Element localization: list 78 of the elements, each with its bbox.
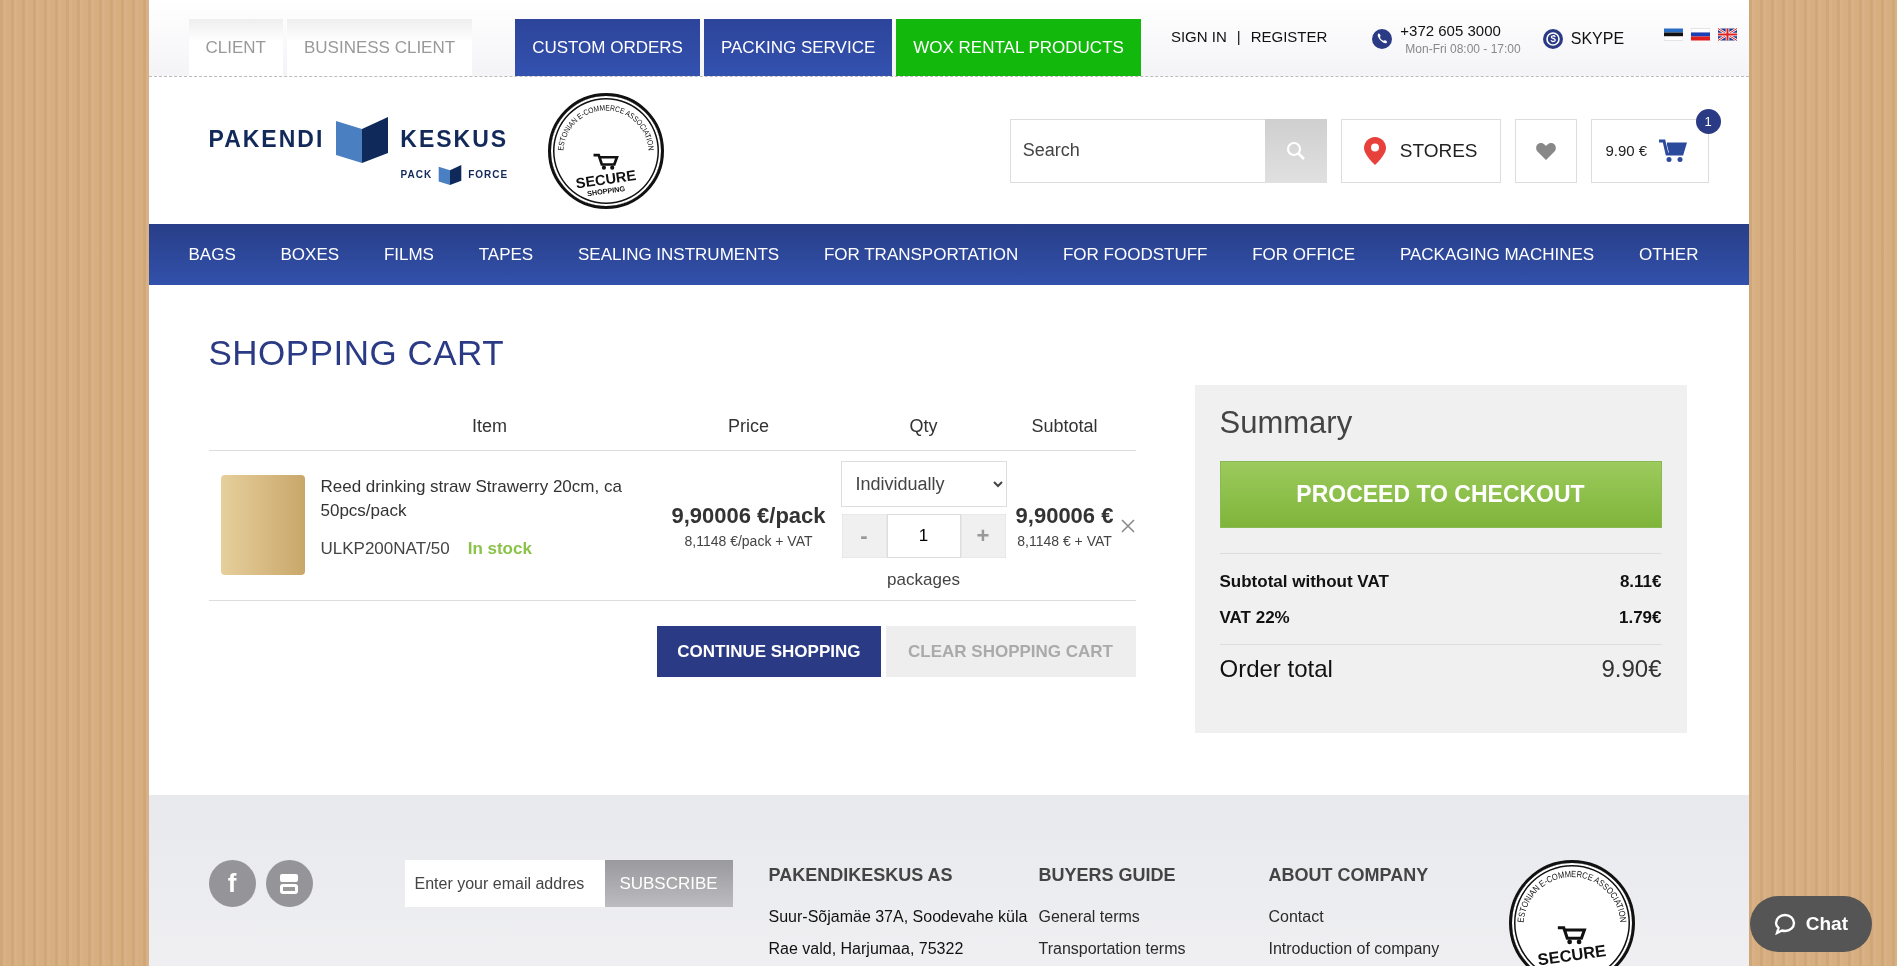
email-field[interactable]: Enter your email addres: [404, 860, 605, 907]
summary-label: VAT 22%: [1219, 608, 1290, 628]
top-tab[interactable]: PACKING SERVICE: [703, 19, 893, 76]
footer-link[interactable]: Transportation terms: [1038, 940, 1269, 958]
quantity-field[interactable]: 1: [886, 514, 961, 558]
page-title: SHOPPING CART: [208, 333, 506, 373]
column-header: Price: [727, 416, 770, 437]
chat-button[interactable]: Chat: [1749, 896, 1872, 952]
column-header: Item: [471, 416, 508, 437]
address-line: Rae vald, Harjumaa, 75322: [768, 940, 965, 958]
speech-bubble-icon: [1773, 913, 1796, 935]
search-field[interactable]: Search: [1009, 118, 1265, 183]
column-header: Subtotal: [1030, 416, 1099, 437]
separator: |: [1236, 28, 1241, 45]
skype-link[interactable]: SKYPE: [1570, 30, 1625, 48]
summary-label: Subtotal without VAT: [1219, 572, 1389, 592]
cart-count-badge: 1: [1695, 108, 1721, 134]
footer-link[interactable]: Introduction of company: [1268, 940, 1499, 958]
logo-text: KESKUS: [400, 126, 509, 153]
line-subtotal: 9,90006 €: [1015, 503, 1114, 529]
close-icon[interactable]: [1120, 519, 1135, 533]
line-subtotal-without-vat: 8,1148 € + VAT: [1017, 533, 1112, 549]
address-line: Suur-Sõjamäe 37A, Soodevahe küla: [768, 908, 1029, 926]
nav-item[interactable]: BOXES: [280, 244, 340, 265]
cart-icon: [593, 153, 619, 170]
phone-icon: [1372, 29, 1393, 49]
nav-item[interactable]: SEALING INSTRUMENTS: [577, 244, 780, 265]
footer-heading: ABOUT COMPANY: [1268, 865, 1430, 886]
opening-hours: Mon-Fri 08:00 - 17:00: [1405, 42, 1521, 56]
stores-button[interactable]: STORES: [1340, 118, 1501, 183]
summary-title: Summary: [1219, 405, 1354, 441]
cube-logo-icon: [438, 164, 463, 185]
phone-number[interactable]: +372 605 3000: [1400, 22, 1521, 39]
cart-icon: [1557, 926, 1587, 945]
quantity-unit: packages: [887, 570, 960, 590]
product-sku: ULKP200NAT/50: [320, 539, 450, 559]
logo-text: PAKENDI: [208, 126, 325, 153]
nav-item[interactable]: BAGS: [188, 244, 236, 265]
footer-heading: PAKENDIKESKUS AS: [768, 865, 954, 886]
order-total-label: Order total: [1219, 655, 1333, 683]
unit-select[interactable]: Individually: [840, 461, 1007, 507]
skype-icon: [1542, 29, 1563, 49]
summary-value: 8.11€: [1619, 572, 1662, 592]
uk-flag-icon[interactable]: [1718, 28, 1738, 41]
nav-item[interactable]: FOR OFFICE: [1252, 244, 1356, 265]
russian-flag-icon[interactable]: [1691, 28, 1711, 41]
heart-icon: [1535, 141, 1556, 160]
cube-logo-icon: [336, 116, 389, 163]
order-total-value: 9.90€: [1601, 655, 1662, 683]
logo-subtext: FORCE: [468, 169, 509, 180]
map-pin-icon: [1363, 136, 1386, 165]
wishlist-button[interactable]: [1514, 118, 1577, 183]
cart-icon: [1659, 138, 1688, 163]
stock-status: In stock: [467, 539, 532, 559]
footer-heading: BUYERS GUIDE: [1038, 865, 1177, 886]
nav-item[interactable]: TAPES: [478, 244, 534, 265]
video-button[interactable]: [265, 860, 313, 907]
nav-item[interactable]: PACKAGING MACHINES: [1399, 244, 1595, 265]
continue-shopping-button[interactable]: CONTINUE SHOPPING: [657, 626, 881, 677]
video-icon: [279, 872, 299, 895]
unit-price: 9,90006 €/pack: [671, 503, 826, 529]
register-link[interactable]: REGISTER: [1250, 28, 1328, 45]
search-icon: [1285, 140, 1306, 161]
unit-price-without-vat: 8,1148 €/pack + VAT: [684, 533, 813, 549]
product-name[interactable]: Reed drinking straw Strawerry 20cm, ca 50pcs/pack: [320, 475, 649, 523]
summary-value: 1.79€: [1618, 608, 1662, 628]
footer-link[interactable]: General terms: [1038, 908, 1269, 926]
nav-item[interactable]: FOR TRANSPORTATION: [823, 244, 1019, 265]
footer-link[interactable]: Contact: [1268, 908, 1499, 926]
estonian-flag-icon[interactable]: [1664, 28, 1684, 41]
logo-subtext: PACK: [400, 169, 433, 180]
sign-in-link[interactable]: SIGN IN: [1170, 28, 1227, 45]
nav-item[interactable]: FOR FOODSTUFF: [1062, 244, 1208, 265]
column-header: Qty: [908, 416, 939, 437]
nav-item[interactable]: OTHER: [1638, 244, 1699, 265]
nav-item[interactable]: FILMS: [383, 244, 434, 265]
top-tab[interactable]: CUSTOM ORDERS: [515, 19, 700, 76]
badge-title: SECURE: [1536, 941, 1607, 966]
